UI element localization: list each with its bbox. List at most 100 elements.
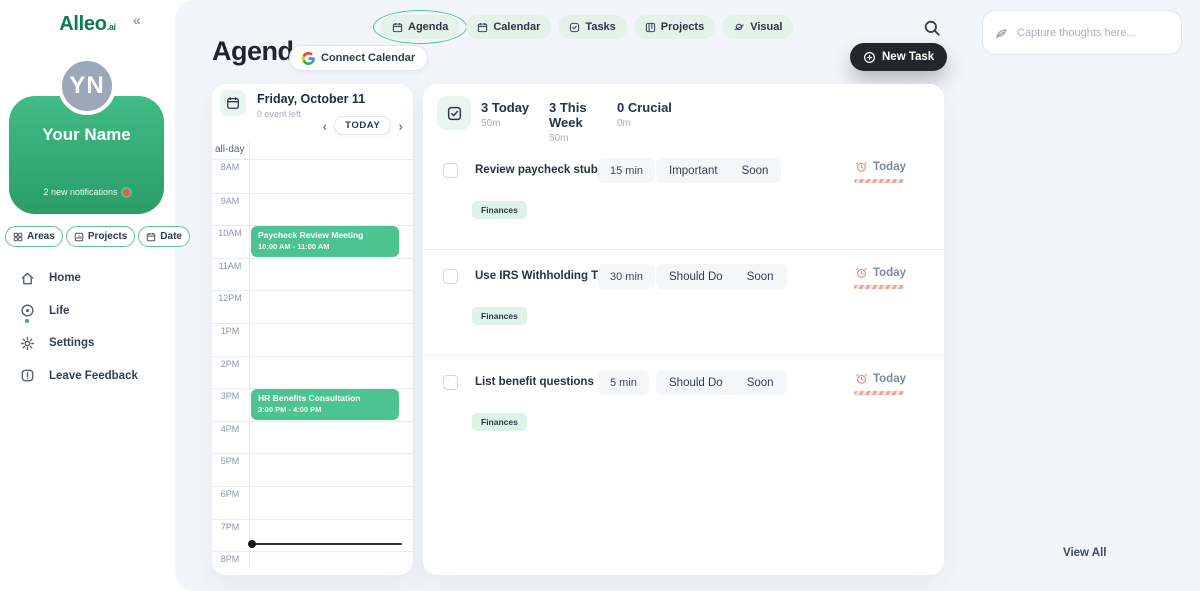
grid-icon — [13, 232, 23, 242]
sidebar-item-life[interactable]: Life — [20, 295, 175, 328]
search-icon[interactable] — [923, 19, 941, 37]
tab-visual[interactable]: Visual — [722, 15, 793, 39]
sidebar-item-label: Home — [49, 272, 81, 284]
stat-minutes: 50m — [481, 118, 549, 129]
hour-row[interactable]: 4PM — [212, 421, 413, 454]
hour-row[interactable]: 11AM — [212, 258, 413, 291]
tab-agenda[interactable]: Agenda — [381, 15, 459, 39]
task-due[interactable]: Today — [855, 160, 906, 173]
capture-thoughts-input[interactable] — [1017, 27, 1169, 39]
hour-row[interactable]: 8AM — [212, 160, 413, 193]
sidebar-item-label: Life — [49, 305, 69, 317]
sidebar-filter-tabs: Areas Projects Date — [5, 226, 190, 247]
checkbox-icon — [437, 96, 471, 130]
sidebar-tab-projects[interactable]: Projects — [66, 226, 135, 247]
google-icon — [302, 52, 315, 65]
task-urgency: Soon — [747, 271, 774, 283]
sidebar-tab-date[interactable]: Date — [138, 226, 190, 247]
task-tag[interactable]: Finances — [472, 307, 527, 325]
stat-count: 3 Today — [481, 100, 549, 115]
stat-count: 0 Crucial — [617, 100, 685, 115]
tab-label: Projects — [661, 21, 704, 33]
task-flags-chip[interactable]: Should Do Soon — [656, 370, 787, 395]
capture-thoughts-box — [982, 10, 1182, 55]
hour-row[interactable]: 7PM — [212, 519, 413, 552]
logo-suffix: .ai — [107, 22, 116, 32]
connect-calendar-label: Connect Calendar — [321, 52, 415, 64]
hour-row[interactable]: 2PM — [212, 356, 413, 389]
notifications-text: 2 new notifications — [43, 187, 117, 197]
sidebar-item-settings[interactable]: Settings — [20, 327, 175, 360]
hour-label: 9AM — [212, 196, 248, 206]
task-duration-chip[interactable]: 30 min — [598, 264, 655, 289]
connect-calendar-button[interactable]: Connect Calendar — [289, 45, 428, 71]
event-title: Paycheck Review Meeting — [258, 230, 392, 240]
task-flags-chip[interactable]: Important Soon — [656, 158, 781, 183]
tab-tasks[interactable]: Tasks — [558, 15, 626, 39]
task-due-label: Today — [873, 161, 906, 173]
due-underline-decoration — [854, 391, 904, 395]
tab-calendar[interactable]: Calendar — [466, 15, 551, 39]
task-row: Review paycheck stub 15 min Important So… — [423, 144, 944, 250]
tab-projects[interactable]: Projects — [634, 15, 715, 39]
sidebar-item-leave-feedback[interactable]: Leave Feedback — [20, 360, 175, 393]
sidebar-tab-areas[interactable]: Areas — [5, 226, 63, 247]
hour-label: 7PM — [212, 522, 248, 532]
hour-row[interactable]: 1PM — [212, 323, 413, 356]
feedback-icon — [20, 368, 35, 383]
sidebar-item-home[interactable]: Home — [20, 262, 175, 295]
due-underline-decoration — [854, 285, 904, 289]
chevron-left-icon[interactable]: ‹ — [322, 118, 327, 134]
avatar[interactable]: YN — [58, 57, 116, 115]
task-title[interactable]: List benefit questions — [475, 376, 594, 388]
planet-icon — [733, 21, 745, 33]
task-tag[interactable]: Finances — [472, 413, 527, 431]
calendar-event[interactable]: HR Benefits Consultation 3:00 PM - 4:00 … — [251, 389, 399, 420]
task-title[interactable]: Review paycheck stub — [475, 164, 598, 176]
task-stats: 3 Today 50m 3 This Week 50m 0 Crucial 0m — [481, 96, 685, 144]
sidebar-collapse-icon[interactable]: « — [133, 12, 141, 28]
task-due-label: Today — [873, 373, 906, 385]
tab-label: Visual — [750, 21, 782, 33]
events-left-text: 0 event left — [257, 109, 301, 119]
sidebar: Alleo.ai « YN Your Name 2 new notificati… — [0, 0, 175, 591]
task-checkbox[interactable] — [443, 269, 458, 284]
task-due[interactable]: Today — [855, 372, 906, 385]
hour-row[interactable]: 12PM — [212, 290, 413, 323]
view-all-link[interactable]: View All — [1063, 547, 1106, 559]
logo-text: Alleo — [59, 13, 106, 35]
task-checkbox[interactable] — [443, 375, 458, 390]
task-flags-chip[interactable]: Should Do Soon — [656, 264, 787, 289]
hour-row[interactable]: 8PM — [212, 551, 413, 575]
calendar-icon — [477, 22, 488, 33]
calendar-event[interactable]: Paycheck Review Meeting 10:00 AM - 11:00… — [251, 226, 399, 257]
calendar-nav: ‹ TODAY › — [322, 116, 403, 135]
hour-row[interactable]: 5PM — [212, 453, 413, 486]
new-task-button[interactable]: New Task — [850, 43, 947, 71]
avatar-initials: YN — [69, 72, 104, 100]
stat-minutes: 0m — [617, 118, 685, 129]
task-tag[interactable]: Finances — [472, 201, 527, 219]
quill-icon — [995, 26, 1009, 40]
hour-row[interactable]: 6PM — [212, 486, 413, 519]
target-icon — [20, 303, 35, 318]
agenda-calendar-panel: Friday, October 11 0 event left ‹ TODAY … — [212, 84, 413, 575]
chevron-right-icon[interactable]: › — [398, 118, 403, 134]
task-duration-chip[interactable]: 5 min — [598, 370, 649, 395]
today-button[interactable]: TODAY — [334, 116, 391, 135]
task-priority: Important — [669, 165, 718, 177]
current-time-indicator — [252, 543, 402, 545]
task-checkbox[interactable] — [443, 163, 458, 178]
task-due-label: Today — [873, 267, 906, 279]
task-due[interactable]: Today — [855, 266, 906, 279]
hour-row[interactable]: 9AM — [212, 193, 413, 226]
task-title[interactable]: Use IRS Withholding Tool — [475, 270, 615, 282]
hour-grid: 8AM 9AM 10AM 11AM 12PM 1PM 2PM 3PM 4PM 5… — [212, 160, 413, 575]
task-duration-chip[interactable]: 15 min — [598, 158, 655, 183]
hour-label: 8AM — [212, 162, 248, 172]
notifications-link[interactable]: 2 new notifications — [9, 187, 164, 197]
all-day-row[interactable]: all-day — [212, 140, 413, 160]
hour-label: 1PM — [212, 326, 248, 336]
stat-count: 3 This Week — [549, 100, 617, 130]
sidebar-tab-label: Projects — [88, 231, 127, 242]
